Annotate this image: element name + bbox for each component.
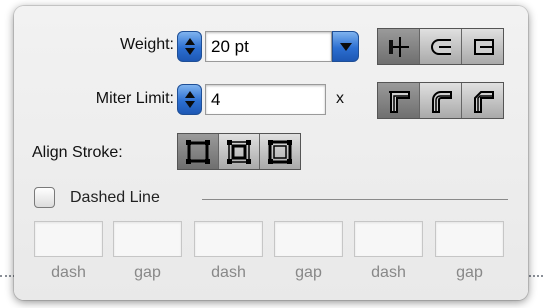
stepper-up-icon[interactable]	[184, 91, 195, 98]
dash-field-1[interactable]	[34, 221, 103, 257]
align-outside-button[interactable]	[260, 134, 300, 169]
align-stroke-group	[177, 133, 301, 170]
dash-label-3: dash	[371, 264, 406, 281]
butt-cap-icon	[388, 36, 409, 57]
gap-field-1[interactable]	[113, 221, 182, 257]
align-center-button[interactable]	[178, 134, 219, 169]
align-inside-icon	[227, 139, 251, 164]
dashed-line-checkbox[interactable]	[34, 187, 55, 208]
align-inside-button[interactable]	[219, 134, 260, 169]
dash-label-2: dash	[211, 264, 246, 281]
cap-style-group	[377, 28, 504, 65]
gap-label-3: gap	[456, 264, 483, 281]
projecting-cap-button[interactable]	[462, 29, 503, 64]
align-outside-icon	[268, 139, 292, 164]
gap-field-2[interactable]	[274, 221, 343, 257]
dash-field-3[interactable]	[354, 221, 423, 257]
stroke-panel: Weight: 20 pt Miter Limit: 4 x Align Str…	[14, 6, 528, 300]
weight-stepper[interactable]	[177, 31, 202, 62]
join-style-group	[377, 82, 504, 119]
weight-dropdown-button[interactable]	[332, 31, 359, 62]
round-cap-icon	[430, 38, 451, 55]
bevel-join-button[interactable]	[462, 83, 503, 118]
miter-limit-unit: x	[336, 90, 344, 107]
projecting-cap-icon	[473, 38, 494, 55]
round-join-button[interactable]	[420, 83, 462, 118]
align-center-icon	[186, 139, 210, 164]
align-stroke-label: Align Stroke:	[32, 144, 123, 161]
dashed-line-label: Dashed Line	[70, 189, 160, 206]
miter-limit-field[interactable]: 4	[205, 84, 326, 115]
dash-field-2[interactable]	[194, 221, 263, 257]
stepper-down-icon[interactable]	[184, 101, 195, 108]
weight-label: Weight:	[120, 36, 174, 53]
gap-field-3[interactable]	[435, 221, 504, 257]
miter-join-icon	[388, 90, 410, 113]
section-separator	[202, 199, 508, 200]
gap-label-2: gap	[295, 264, 322, 281]
miter-join-button[interactable]	[378, 83, 420, 118]
butt-cap-button[interactable]	[378, 29, 420, 64]
round-cap-button[interactable]	[420, 29, 462, 64]
round-join-icon	[431, 90, 452, 113]
weight-field[interactable]: 20 pt	[205, 31, 332, 62]
bevel-join-icon	[473, 90, 494, 113]
gap-label-1: gap	[134, 264, 161, 281]
chevron-down-icon	[339, 42, 352, 51]
dash-label-1: dash	[51, 264, 86, 281]
miter-limit-stepper[interactable]	[177, 84, 202, 115]
stepper-down-icon[interactable]	[184, 48, 195, 55]
miter-limit-label: Miter Limit:	[95, 90, 174, 107]
stepper-up-icon[interactable]	[184, 38, 195, 45]
